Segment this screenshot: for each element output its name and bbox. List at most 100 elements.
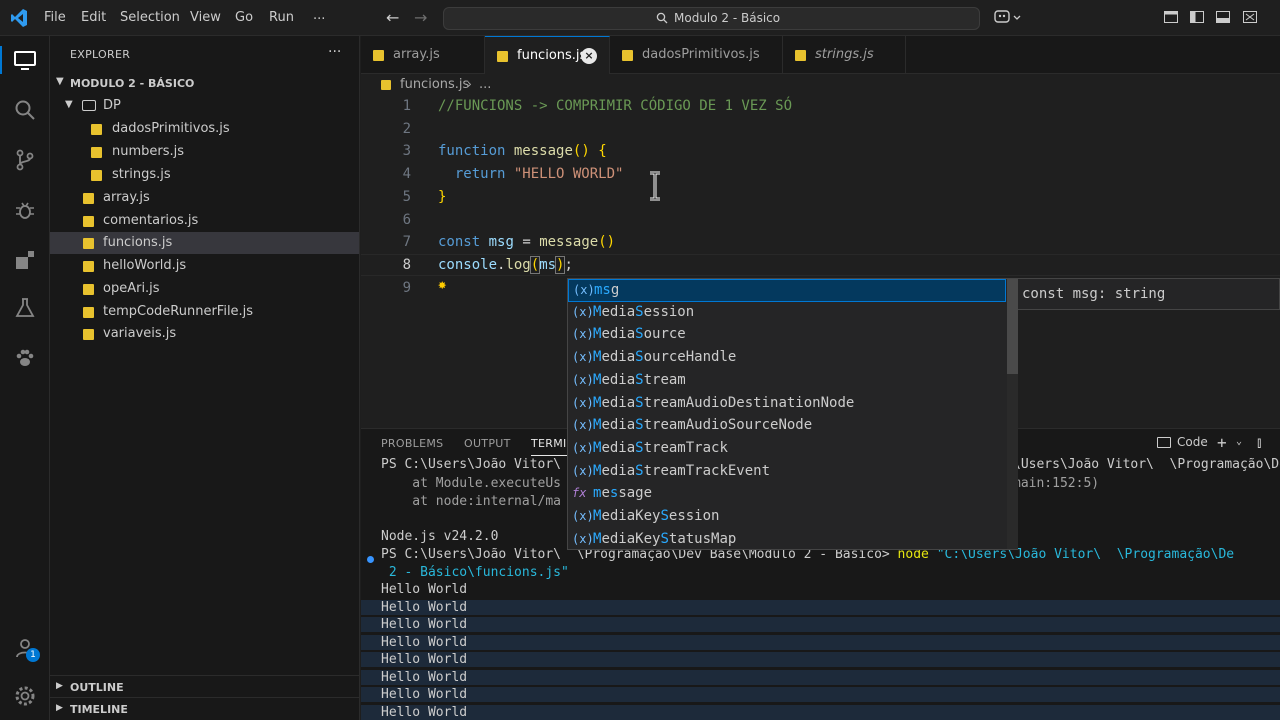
menu-more[interactable]: ...: [313, 8, 325, 23]
tree-file[interactable]: dadosPrimitivos.js: [50, 118, 359, 140]
customize-layout-icon[interactable]: [1243, 11, 1257, 23]
timeline-section[interactable]: ▶ TIMELINE: [50, 697, 359, 719]
code-line-8: console.log(ms);: [438, 256, 573, 274]
tree-file[interactable]: helloWorld.js: [50, 255, 359, 277]
run-debug-icon[interactable]: [13, 198, 37, 222]
js-file-icon: [622, 50, 633, 61]
code-line-3: function message() {: [438, 143, 607, 159]
sidebar-more-actions[interactable]: ···: [328, 44, 341, 60]
suggest-item[interactable]: fx message: [568, 483, 1006, 506]
code-line-4: return "HELLO WORLD": [454, 166, 624, 182]
terminal-line: \Users\João Vitor\ \Programação\De: [1013, 457, 1280, 472]
split-terminal-icon[interactable]: ⫾: [1257, 435, 1261, 451]
command-decoration-icon[interactable]: [367, 556, 374, 563]
tree-file[interactable]: variaveis.js: [50, 323, 359, 345]
menu-selection[interactable]: Selection: [120, 10, 180, 25]
tab-strings[interactable]: strings.js: [783, 36, 906, 74]
testing-icon[interactable]: [13, 296, 37, 320]
explorer-sidebar: EXPLORER ··· ▼ MODULO 2 - BÁSICO ▼ DP da…: [50, 36, 360, 720]
lightbulb-icon[interactable]: ✸: [438, 277, 446, 293]
tab-array[interactable]: array.js: [361, 36, 485, 74]
chevron-right-icon: ▶: [56, 681, 63, 691]
extensions-icon[interactable]: [13, 248, 37, 272]
code-line-1: //FUNCIONS -> COMPRIMIR CÓDIGO DE 1 VEZ …: [438, 98, 793, 114]
tab-problems[interactable]: PROBLEMS: [381, 437, 443, 450]
tab-funcions[interactable]: funcions.js ×: [485, 36, 610, 74]
nav-forward-icon[interactable]: →: [414, 8, 427, 27]
suggest-scrollbar-thumb[interactable]: [1007, 279, 1018, 374]
terminal-line: 2 - Básico\funcions.js": [381, 565, 569, 580]
nav-back-icon[interactable]: ←: [386, 8, 399, 27]
line-number: 6: [402, 212, 411, 228]
terminal-output-line: Hello World: [361, 652, 1280, 667]
folder-icon: [82, 100, 96, 111]
search-icon[interactable]: [13, 98, 37, 122]
tab-output[interactable]: OUTPUT: [464, 437, 511, 450]
settings-gear-icon[interactable]: [13, 684, 37, 708]
breadcrumb-symbol[interactable]: ...: [479, 77, 491, 92]
line-number-active: 8: [402, 257, 411, 273]
suggest-item[interactable]: (x) MediaStream: [568, 370, 1006, 393]
terminal-kind[interactable]: Code: [1177, 435, 1208, 449]
variable-icon: (x): [572, 531, 594, 546]
tree-file-label: array.js: [103, 190, 150, 205]
line-number: 4: [402, 166, 411, 182]
suggest-item[interactable]: (x) MediaStreamTrackEvent: [568, 461, 1006, 484]
suggest-label: MediaStream: [593, 371, 686, 388]
suggest-item[interactable]: (x) MediaSourceHandle: [568, 347, 1006, 370]
explorer-icon[interactable]: [13, 48, 37, 72]
js-file-icon: [381, 80, 391, 90]
copilot-icon[interactable]: [994, 9, 1022, 27]
suggest-item[interactable]: (x) MediaStreamTrack: [568, 438, 1006, 461]
toggle-panel-icon[interactable]: [1190, 11, 1204, 23]
tree-file-label: comentarios.js: [103, 213, 199, 228]
suggest-item[interactable]: (x) MediaStreamAudioSourceNode: [568, 415, 1006, 438]
suggest-item[interactable]: (x) MediaSession: [568, 302, 1006, 325]
tab-label: array.js: [393, 47, 440, 62]
tree-folder-dp[interactable]: ▼ DP: [50, 95, 359, 117]
tree-file[interactable]: numbers.js: [50, 141, 359, 163]
tab-label: strings.js: [815, 47, 874, 62]
toggle-secondary-sidebar-icon[interactable]: [1216, 11, 1230, 23]
menu-run[interactable]: Run: [269, 10, 294, 25]
tree-file[interactable]: strings.js: [50, 164, 359, 186]
tab-dadosprimitivos[interactable]: dadosPrimitivos.js: [610, 36, 783, 74]
extension-paw-icon[interactable]: [13, 346, 37, 370]
menu-go[interactable]: Go: [235, 10, 253, 25]
js-file-icon: [83, 329, 94, 340]
terminal-line: at Module.executeUs: [381, 476, 562, 491]
tree-root-folder[interactable]: ▼ MODULO 2 - BÁSICO: [50, 72, 359, 94]
outline-section[interactable]: ▶ OUTLINE: [50, 675, 359, 697]
tree-file[interactable]: opeAri.js: [50, 278, 359, 300]
tree-file[interactable]: array.js: [50, 187, 359, 209]
tree-file[interactable]: tempCodeRunnerFile.js: [50, 301, 359, 323]
suggest-item-selected[interactable]: (x) msg: [568, 279, 1006, 302]
tree-file-selected[interactable]: funcions.js: [50, 232, 359, 254]
suggest-details: const msg: string: [1018, 278, 1280, 310]
terminal-line: PS C:\Users\João Vitor\: [381, 457, 562, 472]
tree-file-label: dadosPrimitivos.js: [112, 121, 230, 136]
command-center-search[interactable]: Modulo 2 - Básico: [443, 7, 980, 30]
timeline-label: TIMELINE: [70, 703, 128, 716]
tree-file[interactable]: comentarios.js: [50, 210, 359, 232]
vscode-logo-icon[interactable]: [10, 8, 28, 28]
tree-file-label: numbers.js: [112, 144, 185, 159]
close-tab-icon[interactable]: ×: [581, 48, 597, 64]
toggle-sidebar-icon[interactable]: [1164, 11, 1178, 23]
variable-icon: (x): [572, 440, 594, 455]
chevron-down-icon[interactable]: ⌄: [1236, 436, 1242, 447]
source-control-icon[interactable]: [13, 148, 37, 172]
menu-edit[interactable]: Edit: [81, 10, 106, 25]
tree-file-label: opeAri.js: [103, 281, 160, 296]
menu-file[interactable]: File: [44, 10, 66, 25]
suggest-item[interactable]: (x) MediaKeyStatusMap: [568, 529, 1006, 552]
breadcrumb-file[interactable]: funcions.js: [400, 77, 469, 92]
line-number: 9: [402, 280, 411, 296]
suggest-item[interactable]: (x) MediaStreamAudioDestinationNode: [568, 393, 1006, 416]
suggest-item[interactable]: (x) MediaSource: [568, 324, 1006, 347]
js-file-icon: [83, 193, 94, 204]
menu-view[interactable]: View: [190, 10, 221, 25]
text-cursor-icon: [650, 171, 660, 201]
new-terminal-icon[interactable]: +: [1217, 433, 1227, 452]
suggest-item[interactable]: (x) MediaKeySession: [568, 506, 1006, 529]
